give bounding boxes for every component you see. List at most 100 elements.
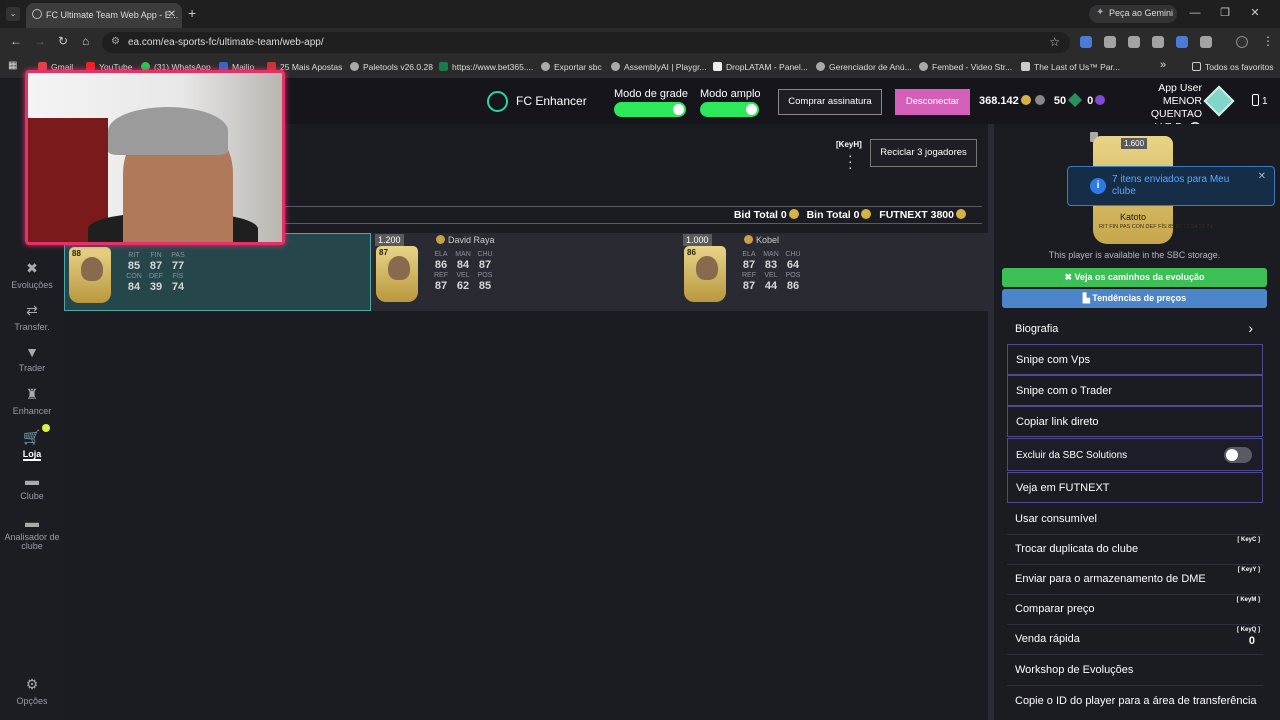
new-tab-button[interactable]: + bbox=[188, 5, 196, 21]
menu-dots-icon[interactable]: ⋮ bbox=[1262, 34, 1274, 48]
nav-enhancer[interactable]: ♜ Enhancer bbox=[0, 386, 64, 416]
back-icon[interactable]: ← bbox=[10, 34, 22, 48]
window-controls: — ❐ ✕ bbox=[1180, 6, 1280, 19]
close-icon[interactable]: ✕ bbox=[168, 9, 176, 20]
grid-mode-toggle[interactable] bbox=[614, 102, 686, 117]
bookmark-exportar-sbc[interactable]: Exportar sbc bbox=[541, 62, 602, 72]
bookmark-bet365[interactable]: https://www.bet365.... bbox=[439, 62, 533, 72]
price-trends-button[interactable]: ▙ Tendências de preços bbox=[1002, 289, 1267, 308]
buy-subscription-button[interactable]: Comprar assinatura bbox=[778, 89, 882, 115]
extension-icon[interactable] bbox=[1128, 36, 1140, 48]
wide-mode-toggle[interactable] bbox=[700, 102, 759, 117]
coin-icon bbox=[861, 209, 872, 219]
nav-clube[interactable]: ▬ Clube bbox=[0, 472, 64, 501]
extension-icon[interactable] bbox=[1152, 36, 1164, 48]
menu-snipe-vps[interactable]: Snipe com Vps bbox=[1007, 344, 1263, 375]
stat-value: 84 bbox=[456, 259, 470, 271]
menu-quick-sell[interactable]: Venda rápida [ KeyQ ] 0 bbox=[1007, 624, 1263, 655]
url-text: ea.com/ea-sports-fc/ultimate-team/web-ap… bbox=[128, 37, 324, 48]
bookmark-paletools[interactable]: Paletools v26.0.28 bbox=[350, 62, 433, 72]
forward-icon[interactable]: → bbox=[34, 34, 46, 48]
reload-icon[interactable]: ↻ bbox=[58, 34, 68, 48]
menu-label: Copie o ID do player para a área de tran… bbox=[1015, 695, 1257, 707]
minimize-icon[interactable]: — bbox=[1180, 7, 1210, 19]
menu-copy-id[interactable]: Copie o ID do player para a área de tran… bbox=[1007, 686, 1263, 720]
menu-label: Biografia bbox=[1015, 323, 1059, 335]
menu-copy-link[interactable]: Copiar link direto bbox=[1007, 406, 1263, 437]
stat-value: 77 bbox=[171, 260, 185, 272]
bookmark-label: The Last of Us™ Par... bbox=[1034, 62, 1120, 72]
player-item[interactable]: 1.200 87 David Raya ELA 86 MAN 84 CHU 87 REF 87… bbox=[372, 233, 678, 311]
quick-sell-value: 0 bbox=[1248, 635, 1255, 647]
menu-compare-price[interactable]: Comparar preço [ KeyM ] bbox=[1007, 594, 1263, 625]
menu-biografia[interactable]: Biografia › bbox=[1007, 314, 1263, 345]
stat: MAN 84 bbox=[452, 250, 474, 271]
gemini-button[interactable]: ✦ Peça ao Gemini bbox=[1089, 5, 1177, 23]
apps-grid-icon[interactable]: ▦ bbox=[8, 60, 17, 71]
page-icon bbox=[1021, 62, 1030, 71]
stat: REF 87 bbox=[430, 271, 452, 292]
stat: FIN 87 bbox=[145, 251, 167, 272]
devices-indicator[interactable]: 1 bbox=[1252, 94, 1268, 107]
menu-evo-workshop[interactable]: Workshop de Evoluções bbox=[1007, 655, 1263, 686]
extension-icon[interactable] bbox=[1080, 36, 1092, 48]
nav-trader[interactable]: ▼ Trader bbox=[0, 344, 64, 373]
close-icon[interactable]: ✕ bbox=[1258, 171, 1266, 183]
main-scrollbar[interactable] bbox=[988, 124, 994, 720]
bookmark-last-of-us[interactable]: The Last of Us™ Par... bbox=[1021, 62, 1120, 72]
coin-icon bbox=[956, 209, 966, 219]
stat: VEL 44 bbox=[760, 271, 782, 292]
more-options-icon[interactable]: · · · bbox=[848, 148, 853, 174]
bookmark-assemblyai[interactable]: AssemblyAI | Playgr... bbox=[611, 62, 707, 72]
sparkle-icon: ✦ bbox=[1096, 7, 1105, 18]
store-icon: 🛒 bbox=[23, 429, 41, 445]
all-favorites[interactable]: Todos os favoritos bbox=[1192, 62, 1274, 72]
stat: FÍS 74 bbox=[167, 272, 189, 293]
profile-avatar[interactable] bbox=[1236, 36, 1248, 48]
stat-label: VEL bbox=[456, 272, 470, 279]
bookmarks-overflow[interactable]: » bbox=[1160, 59, 1166, 71]
browser-tab[interactable]: FC Ultimate Team Web App - E... ✕ bbox=[26, 3, 182, 28]
extension-icon[interactable] bbox=[1104, 36, 1116, 48]
user-name: App User bbox=[1158, 82, 1202, 94]
extensions-puzzle-icon[interactable] bbox=[1200, 36, 1212, 48]
extension-icon[interactable] bbox=[1176, 36, 1188, 48]
player-rating: 86 bbox=[687, 248, 696, 257]
disconnect-button[interactable]: Desconectar bbox=[895, 89, 970, 115]
bookmark-droplatam[interactable]: DropLATAM - Panel... bbox=[713, 62, 808, 72]
evolutions-icon: ✖ bbox=[26, 260, 38, 276]
url-field[interactable]: ⚙ ea.com/ea-sports-fc/ultimate-team/web-… bbox=[102, 32, 1070, 53]
menu-use-consumable[interactable]: Usar consumível bbox=[1007, 504, 1263, 535]
tab-search-button[interactable]: ⌄ bbox=[6, 7, 20, 21]
player-stats: RIT 85 FIN 87 PAS 77 CON 84 DEF 39 FÍS 74 bbox=[123, 251, 195, 293]
menu-send-storage[interactable]: Enviar para o armazenamento de DME [ KeyY… bbox=[1007, 564, 1263, 595]
window-close-icon[interactable]: ✕ bbox=[1240, 6, 1270, 19]
menu-exclude-sbc[interactable]: Excluir da SBC Solutions bbox=[1007, 438, 1263, 471]
player-item[interactable]: 1.000 86 Kobel ELA 87 MAN 83 CHU 64 REF 87 VEL 44… bbox=[680, 233, 986, 311]
menu-snipe-trader[interactable]: Snipe com o Trader bbox=[1007, 375, 1263, 406]
bookmark-star-icon[interactable]: ☆ bbox=[1049, 35, 1060, 49]
recycle-players-button[interactable]: Reciclar 3 jogadores bbox=[870, 139, 977, 167]
evolution-paths-button[interactable]: ✖ Veja os caminhos da evolução bbox=[1002, 268, 1267, 287]
nav-analisador[interactable]: ▬ Analisador de clube bbox=[0, 514, 64, 551]
notification-toast: i 7 itens enviados para Meu clube ✕ bbox=[1067, 166, 1275, 206]
menu-swap-duplicate[interactable]: Trocar duplicata do clube [ KeyC ] bbox=[1007, 534, 1263, 565]
nav-loja[interactable]: 🛒 Loja bbox=[0, 429, 64, 461]
bookmark-fembed[interactable]: Fembed - Video Str... bbox=[919, 62, 1012, 72]
nav-opcoes[interactable]: ⚙ Opções bbox=[0, 676, 64, 706]
home-icon[interactable]: ⌂ bbox=[82, 34, 89, 48]
nav-evolucoes[interactable]: ✖ Evoluções bbox=[0, 260, 64, 290]
nav-transfer[interactable]: ⇄ Transfer. bbox=[0, 302, 64, 332]
stat-label: MAN bbox=[455, 251, 471, 258]
menu-label: Enviar para o armazenamento de DME bbox=[1015, 573, 1206, 585]
player-face bbox=[696, 256, 718, 280]
chevron-right-icon: › bbox=[1248, 320, 1253, 336]
menu-view-futnext[interactable]: Veja em FUTNEXT bbox=[1007, 472, 1263, 503]
fc-points-value: 0 bbox=[1087, 95, 1094, 107]
menu-label: Veja em FUTNEXT bbox=[1016, 482, 1110, 494]
exclude-sbc-toggle[interactable] bbox=[1224, 447, 1252, 463]
stat-label: CHU bbox=[785, 251, 801, 258]
site-info-icon[interactable]: ⚙ bbox=[111, 36, 120, 47]
bookmark-gerenciador[interactable]: Gerenciador de Anú... bbox=[816, 62, 912, 72]
restore-icon[interactable]: ❐ bbox=[1210, 6, 1240, 19]
